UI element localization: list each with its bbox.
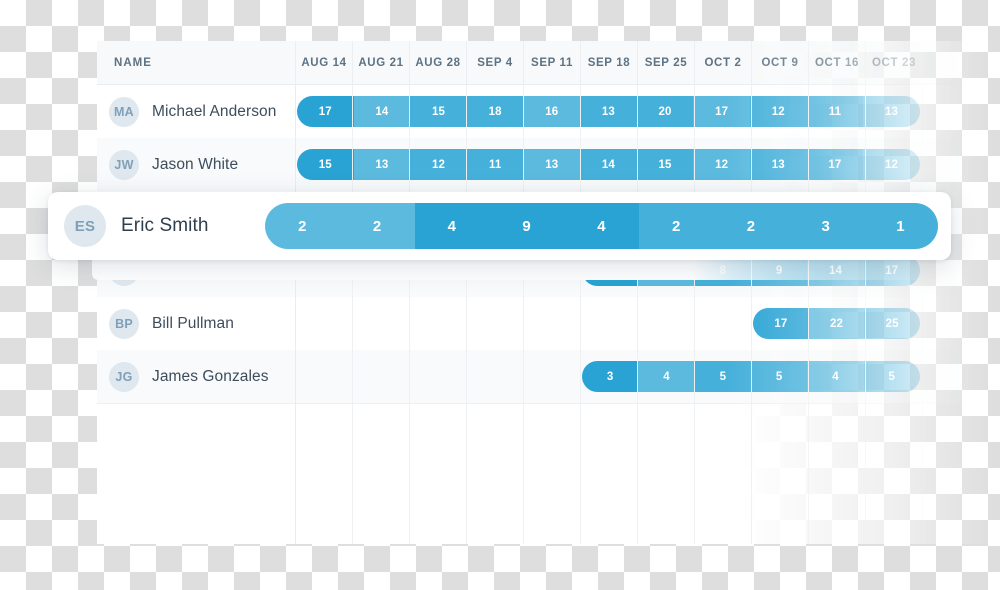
timeline-bar-segment[interactable]: 13: [863, 96, 920, 127]
person-name: Jason White: [152, 155, 239, 173]
name-cell: JW Jason White: [97, 138, 295, 191]
column-header-name: NAME: [114, 56, 152, 69]
timeline-bar-segment[interactable]: 2: [638, 203, 714, 249]
person-name: Bill Pullman: [152, 314, 234, 332]
timeline-table-widget: NAME AUG 14 AUG 21 AUG 28 SEP 4 SEP 11 SEP 18…: [97, 41, 1000, 544]
avatar: MA: [109, 96, 139, 127]
timeline-bar-segment[interactable]: 18: [466, 96, 524, 127]
timeline-bar-segment[interactable]: 5: [863, 361, 920, 392]
timeline-bar-segment[interactable]: 14: [353, 96, 411, 127]
column-gridline: [922, 85, 923, 544]
column-header-date[interactable]: AUG 21: [352, 41, 409, 84]
avatar: ES: [64, 205, 106, 247]
timeline-bar[interactable]: 17 14 15 18 16 13 20 17 12 11 13: [297, 96, 920, 127]
avatar: JG: [109, 361, 139, 392]
highlight-name-cell: ES Eric Smith: [48, 192, 218, 260]
column-gridline: [295, 85, 296, 544]
timeline-bar-segment[interactable]: 12: [750, 96, 807, 127]
timeline-bar-segment[interactable]: 4: [414, 203, 490, 249]
timeline-bar-segment[interactable]: 13: [580, 96, 637, 127]
person-name: James Gonzales: [152, 367, 269, 385]
timeline-bar-segment[interactable]: 4: [564, 203, 639, 249]
timeline-bar-segment[interactable]: 16: [523, 96, 581, 127]
column-gridline: [808, 85, 809, 544]
name-cell: MA Michael Anderson: [97, 85, 295, 138]
column-gridline: [352, 85, 353, 544]
timeline-bar-segment[interactable]: 4: [638, 361, 695, 392]
highlighted-row-card[interactable]: ES Eric Smith 224942231: [48, 192, 951, 260]
column-gridline: [865, 85, 866, 544]
timeline-bar-segment[interactable]: 12: [693, 149, 750, 180]
column-header-date[interactable]: SEP 18: [580, 41, 637, 84]
timeline-bar-segment[interactable]: 22: [808, 308, 865, 339]
column-header-date[interactable]: OCT 9: [751, 41, 808, 84]
column-header-date[interactable]: SEP 25: [637, 41, 694, 84]
column-gridline: [694, 85, 695, 544]
column-gridline: [466, 85, 467, 544]
column-header-date[interactable]: OCT 2: [694, 41, 751, 84]
avatar: JW: [109, 149, 139, 180]
column-header-date[interactable]: SEP 4: [466, 41, 523, 84]
column-header-date[interactable]: OCT 23: [865, 41, 922, 84]
timeline-bar-segment[interactable]: 13: [353, 149, 411, 180]
timeline-bar-segment[interactable]: 3: [582, 361, 639, 392]
column-gridline: [751, 85, 752, 544]
timeline-bar-segment[interactable]: 5: [750, 361, 808, 392]
timeline-bar-segment[interactable]: 15: [636, 149, 694, 180]
table-fade-wrapper: NAME AUG 14 AUG 21 AUG 28 SEP 4 SEP 11 SEP 18…: [97, 41, 1000, 544]
timeline-bar-segment[interactable]: 2: [713, 203, 789, 249]
person-name: Eric Smith: [121, 215, 209, 236]
column-header-date[interactable]: AUG 28: [409, 41, 466, 84]
column-gridline: [637, 85, 638, 544]
timeline-bar[interactable]: 224942231: [265, 203, 938, 249]
timeline-bar-segment[interactable]: 17: [297, 96, 354, 127]
column-gridline: [580, 85, 581, 544]
column-gridline: [523, 85, 524, 544]
timeline-bar-segment[interactable]: 15: [297, 149, 354, 180]
timeline-bar-segment[interactable]: 1: [863, 203, 938, 249]
person-name: Michael Anderson: [152, 102, 277, 120]
timeline-bar-segment[interactable]: 17: [693, 96, 750, 127]
column-header-date[interactable]: OCT 16: [808, 41, 865, 84]
timeline-bar-segment[interactable]: 17: [806, 149, 864, 180]
timeline-bar-segment[interactable]: 9: [489, 203, 565, 249]
timeline-bar[interactable]: 17 22 25: [753, 308, 920, 339]
timeline-table: NAME AUG 14 AUG 21 AUG 28 SEP 4 SEP 11 SEP 18…: [97, 41, 1000, 544]
timeline-bar-segment[interactable]: 2: [265, 203, 340, 249]
column-header-date[interactable]: SEP 11: [523, 41, 580, 84]
timeline-bar-segment[interactable]: 11: [806, 96, 864, 127]
timeline-bar-segment[interactable]: 2: [339, 203, 415, 249]
timeline-bar-segment[interactable]: 3: [788, 203, 864, 249]
name-cell: JG James Gonzales: [97, 350, 295, 403]
timeline-bar-segment[interactable]: 17: [753, 308, 809, 339]
timeline-bar-segment[interactable]: 12: [410, 149, 467, 180]
timeline-bar-segment[interactable]: 15: [410, 96, 467, 127]
timeline-bar-segment[interactable]: 5: [694, 361, 751, 392]
card-shadow-stub: [92, 258, 944, 280]
timeline-bar-segment[interactable]: 20: [636, 96, 694, 127]
timeline-bar-segment[interactable]: 14: [580, 149, 637, 180]
avatar: BP: [109, 308, 139, 339]
table-header-row: NAME AUG 14 AUG 21 AUG 28 SEP 4 SEP 11 SEP 18…: [97, 41, 1000, 85]
name-cell: BP Bill Pullman: [97, 297, 295, 350]
timeline-bar-segment[interactable]: 4: [807, 361, 864, 392]
timeline-bar-segment[interactable]: 13: [523, 149, 581, 180]
timeline-bar[interactable]: 15 13 12 11 13 14 15 12 13 17 12: [297, 149, 920, 180]
timeline-bar-segment[interactable]: 11: [466, 149, 524, 180]
timeline-bar-segment[interactable]: 13: [750, 149, 807, 180]
timeline-bar-segment[interactable]: 25: [864, 308, 920, 339]
timeline-bar-segment[interactable]: 12: [863, 149, 920, 180]
column-gridline: [409, 85, 410, 544]
column-header-date[interactable]: AUG 14: [295, 41, 352, 84]
